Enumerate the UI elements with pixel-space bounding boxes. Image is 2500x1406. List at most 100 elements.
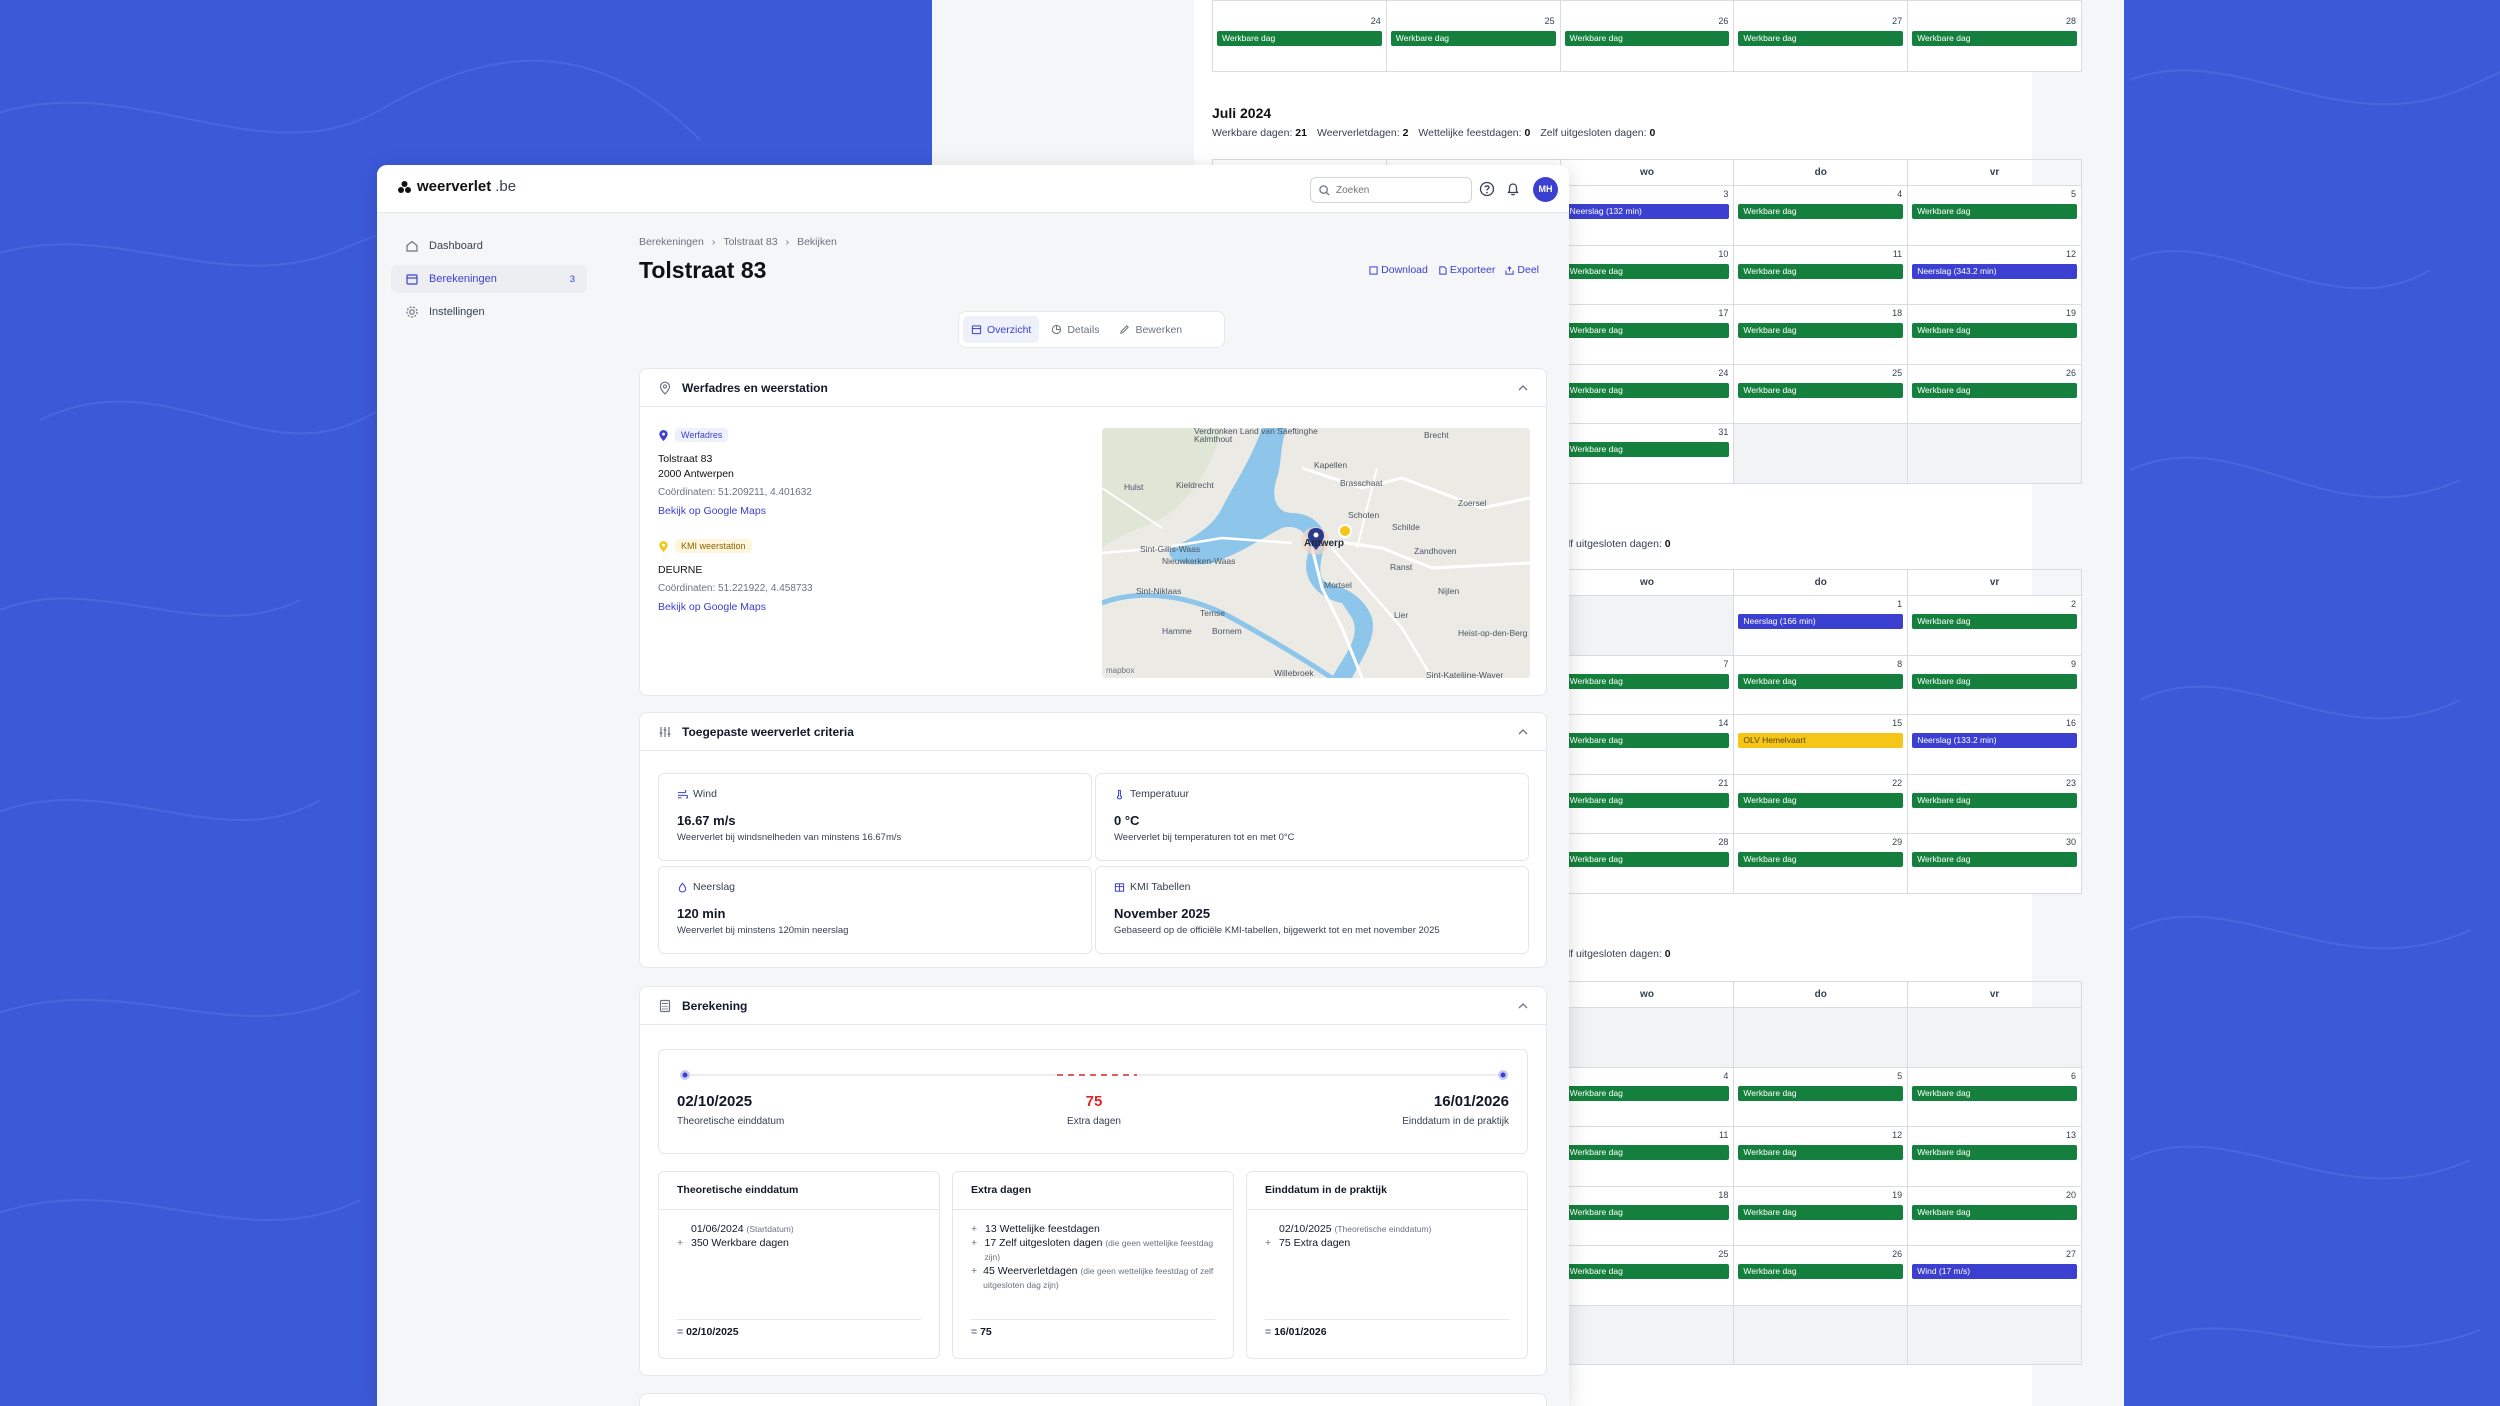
calendar-day-cell[interactable]: 1 Neerslag (166 min) bbox=[1734, 596, 1909, 656]
sidebar-item-instellingen[interactable]: Instellingen bbox=[391, 298, 587, 326]
search-input[interactable] bbox=[1336, 184, 1456, 196]
calendar-day-cell[interactable]: 16 Neerslag (133.2 min) bbox=[1908, 715, 2082, 775]
breadcrumb-item[interactable]: Berekeningen bbox=[639, 236, 704, 248]
location-map[interactable]: BrechtKalmthoutKapellenBrasschaatHulst Ki… bbox=[1102, 428, 1530, 678]
calendar-event[interactable]: Werkbare dag bbox=[1912, 1145, 2077, 1160]
calendar-day-cell[interactable]: 4 Werkbare dag bbox=[1560, 1067, 1735, 1127]
calendar-event[interactable]: Werkbare dag bbox=[1912, 1204, 2077, 1220]
download-button[interactable]: Download bbox=[1369, 264, 1428, 276]
calendar-day-cell[interactable]: 10 Werkbare dag bbox=[1560, 245, 1735, 305]
export-button[interactable]: Exporteer bbox=[1438, 264, 1495, 276]
breadcrumb-item[interactable]: Tolstraat 83 bbox=[723, 236, 777, 248]
sidebar-item-berekeningen[interactable]: Berekeningen 3 bbox=[391, 265, 587, 293]
calendar-day-cell[interactable]: 19 Werkbare dag bbox=[1734, 1186, 1909, 1246]
calendar-event[interactable]: OLV Hemelvaart bbox=[1738, 733, 1904, 748]
calendar-event[interactable]: Werkbare dag bbox=[1738, 1264, 1904, 1279]
calendar-event[interactable]: Werkbare dag bbox=[1738, 1145, 1904, 1160]
calendar-day-cell[interactable]: 30 Werkbare dag bbox=[1908, 834, 2082, 894]
calendar-day-cell[interactable]: 2 Werkbare dag bbox=[1908, 596, 2082, 656]
calendar-day-cell[interactable]: 31 Werkbare dag bbox=[1560, 424, 1735, 484]
calendar-day-cell[interactable]: 25 Werkbare dag bbox=[1560, 1246, 1735, 1306]
calendar-day-cell[interactable] bbox=[1560, 1008, 1735, 1068]
calendar-day-cell[interactable]: 5 Werkbare dag bbox=[1908, 186, 2082, 246]
calendar-day-cell[interactable]: 19 Werkbare dag bbox=[1908, 305, 2082, 365]
calendar-event[interactable]: Werkbare dag bbox=[1912, 792, 2077, 808]
calendar-day-cell[interactable]: 26 Werkbare dag bbox=[1734, 1246, 1909, 1306]
berekening-card-header[interactable]: Berekening bbox=[640, 987, 1546, 1025]
calendar-event[interactable]: Wind (17 m/s) bbox=[1912, 1264, 2077, 1279]
calendar-day-cell[interactable]: 8 Werkbare dag bbox=[1734, 655, 1909, 715]
calendar-day-cell[interactable] bbox=[1734, 1008, 1909, 1068]
calendar-day-cell[interactable]: 3 Neerslag (132 min) bbox=[1560, 186, 1735, 246]
logo[interactable]: weerverlet .be bbox=[397, 178, 516, 195]
chevron-up-icon[interactable] bbox=[1518, 728, 1528, 736]
calendar-day-cell[interactable]: 13 Werkbare dag bbox=[1908, 1127, 2082, 1187]
calendar-day-cell[interactable]: 11 Werkbare dag bbox=[1560, 1127, 1735, 1187]
calendar-day-cell[interactable]: 12 Werkbare dag bbox=[1734, 1127, 1909, 1187]
calendar-day-cell[interactable] bbox=[1908, 1008, 2082, 1068]
calendar-event[interactable]: Werkbare dag bbox=[1564, 442, 1730, 457]
calendar-day-cell[interactable]: 6 Werkbare dag bbox=[1908, 1067, 2082, 1127]
calendar-event[interactable]: Neerslag (133.2 min) bbox=[1912, 733, 2077, 748]
calendar-day-cell[interactable]: 28 Werkbare dag bbox=[1560, 834, 1735, 894]
calendar-day-cell[interactable]: 26 Werkbare dag bbox=[1908, 364, 2082, 424]
werfadres-maps-link[interactable]: Bekijk op Google Maps bbox=[658, 505, 1098, 517]
help-icon[interactable] bbox=[1478, 180, 1496, 198]
calendar-day-cell[interactable] bbox=[1560, 1305, 1735, 1365]
calendar-event[interactable]: Werkbare dag bbox=[1912, 673, 2077, 689]
tab-details[interactable]: Details bbox=[1043, 316, 1107, 343]
calendar-day-cell[interactable]: 18 Werkbare dag bbox=[1734, 305, 1909, 365]
calendar-event[interactable]: Werkbare dag bbox=[1738, 323, 1904, 338]
calendar-day-cell[interactable]: 27 Werkbare dag bbox=[1734, 1, 1909, 72]
search-box[interactable] bbox=[1310, 177, 1472, 203]
share-button[interactable]: Deel bbox=[1505, 264, 1539, 276]
calendar-event[interactable]: Werkbare dag bbox=[1738, 263, 1904, 279]
calendar-day-cell[interactable]: 4 Werkbare dag bbox=[1734, 186, 1909, 246]
criteria-card-header[interactable]: Toegepaste weerverlet criteria bbox=[640, 713, 1546, 751]
calendar-day-cell[interactable]: 26 Werkbare dag bbox=[1560, 1, 1735, 72]
calendar-event[interactable]: Werkbare dag bbox=[1390, 31, 1556, 46]
calendar-day-cell[interactable]: 24 Werkbare dag bbox=[1560, 364, 1735, 424]
calendar-event[interactable]: Werkbare dag bbox=[1738, 673, 1904, 689]
sidebar-item-dashboard[interactable]: Dashboard bbox=[391, 232, 587, 260]
calendar-event[interactable]: Werkbare dag bbox=[1912, 204, 2077, 219]
calendar-day-cell[interactable]: 7 Werkbare dag bbox=[1560, 655, 1735, 715]
calendar-event[interactable]: Werkbare dag bbox=[1738, 852, 1904, 867]
calendar-day-cell[interactable]: 17 Werkbare dag bbox=[1560, 305, 1735, 365]
calendar-day-cell[interactable]: 11 Werkbare dag bbox=[1734, 245, 1909, 305]
calendar-event[interactable]: Werkbare dag bbox=[1738, 1204, 1904, 1220]
calendar-event[interactable]: Werkbare dag bbox=[1564, 1204, 1730, 1220]
calendar-event[interactable]: Werkbare dag bbox=[1564, 792, 1730, 808]
calendar-event[interactable]: Neerslag (343.2 min) bbox=[1912, 263, 2077, 279]
calendar-event[interactable]: Werkbare dag bbox=[1912, 31, 2077, 46]
calendar-event[interactable]: Werkbare dag bbox=[1564, 673, 1730, 689]
calendar-event[interactable]: Werkbare dag bbox=[1738, 31, 1904, 46]
calendar-event[interactable]: Neerslag (166 min) bbox=[1738, 614, 1904, 629]
calendar-day-cell[interactable] bbox=[1908, 424, 2082, 484]
calendar-event[interactable]: Werkbare dag bbox=[1564, 382, 1730, 398]
chevron-up-icon[interactable] bbox=[1518, 384, 1528, 392]
calendar-event[interactable]: Werkbare dag bbox=[1564, 733, 1730, 748]
kmi-maps-link[interactable]: Bekijk op Google Maps bbox=[658, 601, 1098, 613]
calendar-event[interactable]: Werkbare dag bbox=[1912, 382, 2077, 398]
calendar-day-cell[interactable]: 14 Werkbare dag bbox=[1560, 715, 1735, 775]
calendar-day-cell[interactable]: 18 Werkbare dag bbox=[1560, 1186, 1735, 1246]
calendar-event[interactable]: Werkbare dag bbox=[1564, 852, 1730, 867]
calendar-event[interactable]: Werkbare dag bbox=[1912, 1085, 2077, 1101]
calendar-event[interactable]: Werkbare dag bbox=[1564, 1145, 1730, 1160]
bell-icon[interactable] bbox=[1504, 180, 1522, 198]
calendar-day-cell[interactable]: 9 Werkbare dag bbox=[1908, 655, 2082, 715]
calendar-day-cell[interactable]: 23 Werkbare dag bbox=[1908, 774, 2082, 834]
address-card-header[interactable]: Werfadres en weerstation bbox=[640, 369, 1546, 407]
calendar-day-cell[interactable]: 24 Werkbare dag bbox=[1213, 1, 1387, 72]
calendar-event[interactable]: Werkbare dag bbox=[1912, 323, 2077, 338]
calendar-day-cell[interactable] bbox=[1560, 596, 1735, 656]
calendar-day-cell[interactable]: 5 Werkbare dag bbox=[1734, 1067, 1909, 1127]
calendar-day-cell[interactable]: 21 Werkbare dag bbox=[1560, 774, 1735, 834]
tab-bewerken[interactable]: Bewerken bbox=[1111, 316, 1190, 343]
calendar-event[interactable]: Werkbare dag bbox=[1564, 1264, 1730, 1279]
calendar-day-cell[interactable]: 28 Werkbare dag bbox=[1908, 1, 2082, 72]
calendar-day-cell[interactable] bbox=[1908, 1305, 2082, 1365]
calendar-event[interactable]: Werkbare dag bbox=[1564, 263, 1730, 279]
calendar-day-cell[interactable] bbox=[1734, 424, 1909, 484]
